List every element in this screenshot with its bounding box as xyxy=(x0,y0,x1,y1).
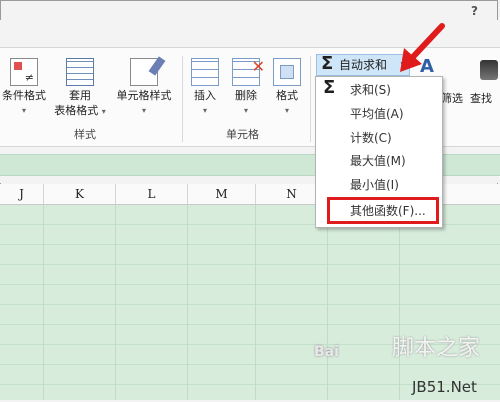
grid-line xyxy=(43,205,44,400)
grid-line xyxy=(327,205,328,400)
conditional-format-label: 条件格式 xyxy=(2,89,46,102)
cell-style-icon xyxy=(130,58,158,86)
insert-label: 插入 xyxy=(194,89,216,102)
insert-button[interactable]: 插入 ▾ xyxy=(188,58,222,118)
watermark-line1: 脚本之家 xyxy=(392,336,481,361)
sigma-icon: Σ xyxy=(323,77,336,98)
chevron-down-icon: ▾ xyxy=(284,106,289,115)
styles-group-label: 样式 xyxy=(74,128,96,141)
chevron-down-icon: ▾ xyxy=(21,106,26,115)
delete-icon xyxy=(232,58,265,86)
filter-label[interactable]: 筛选 xyxy=(441,90,463,106)
menu-item-average[interactable]: 平均值(A) xyxy=(316,103,440,125)
chevron-down-icon: ▾ xyxy=(243,106,248,115)
format-icon xyxy=(273,58,301,86)
chevron-down-icon: ▾ xyxy=(202,106,207,115)
autosum-label: 自动求和 xyxy=(339,58,388,72)
cell-grid[interactable] xyxy=(0,205,500,400)
conditional-format-button[interactable]: 条件格式 ▾ xyxy=(0,58,48,118)
group-separator xyxy=(310,56,311,142)
chevron-down-icon: ▾ xyxy=(141,106,146,115)
column-header[interactable]: K xyxy=(44,184,116,204)
cell-style-button[interactable]: 单元格样式 ▾ xyxy=(112,58,176,118)
table-format-icon xyxy=(66,58,94,86)
format-label: 格式 xyxy=(276,89,298,102)
cell-style-label: 单元格样式 xyxy=(116,89,172,102)
find-icon[interactable] xyxy=(480,60,498,80)
highlight-box xyxy=(327,197,439,224)
menu-item-min[interactable]: 最小值(I) xyxy=(316,174,440,196)
grid-line xyxy=(255,205,256,400)
delete-button[interactable]: 删除 ▾ xyxy=(228,58,265,118)
watermark-baidu: Bai xyxy=(314,344,339,360)
menu-item-max[interactable]: 最大值(M) xyxy=(316,150,440,172)
table-format-button[interactable]: 套用 表格格式 ▾ xyxy=(52,58,108,119)
grid-line xyxy=(187,205,188,400)
column-header[interactable]: M xyxy=(188,184,256,204)
menu-item-sum[interactable]: Σ 求和(S) xyxy=(316,77,440,101)
menu-item-count[interactable]: 计数(C) xyxy=(316,127,440,149)
grid-line xyxy=(399,205,400,400)
group-separator xyxy=(182,56,183,142)
cells-group-label: 单元格 xyxy=(226,128,259,141)
table-format-label2: 表格格式 ▾ xyxy=(54,104,106,117)
insert-icon xyxy=(191,58,219,86)
format-button[interactable]: 格式 ▾ xyxy=(270,58,304,118)
table-format-label1: 套用 xyxy=(69,89,91,102)
delete-label: 删除 xyxy=(235,89,257,102)
red-arrow-annotation xyxy=(400,23,445,72)
column-header[interactable]: L xyxy=(116,184,188,204)
column-header[interactable]: J xyxy=(0,184,44,204)
sigma-icon: Σ xyxy=(321,53,334,74)
find-label[interactable]: 查找 xyxy=(470,90,492,106)
watermark-line2: JB51.Net xyxy=(412,378,477,396)
conditional-format-icon xyxy=(10,58,38,86)
grid-line xyxy=(115,205,116,400)
help-button[interactable]: ? xyxy=(471,4,478,18)
